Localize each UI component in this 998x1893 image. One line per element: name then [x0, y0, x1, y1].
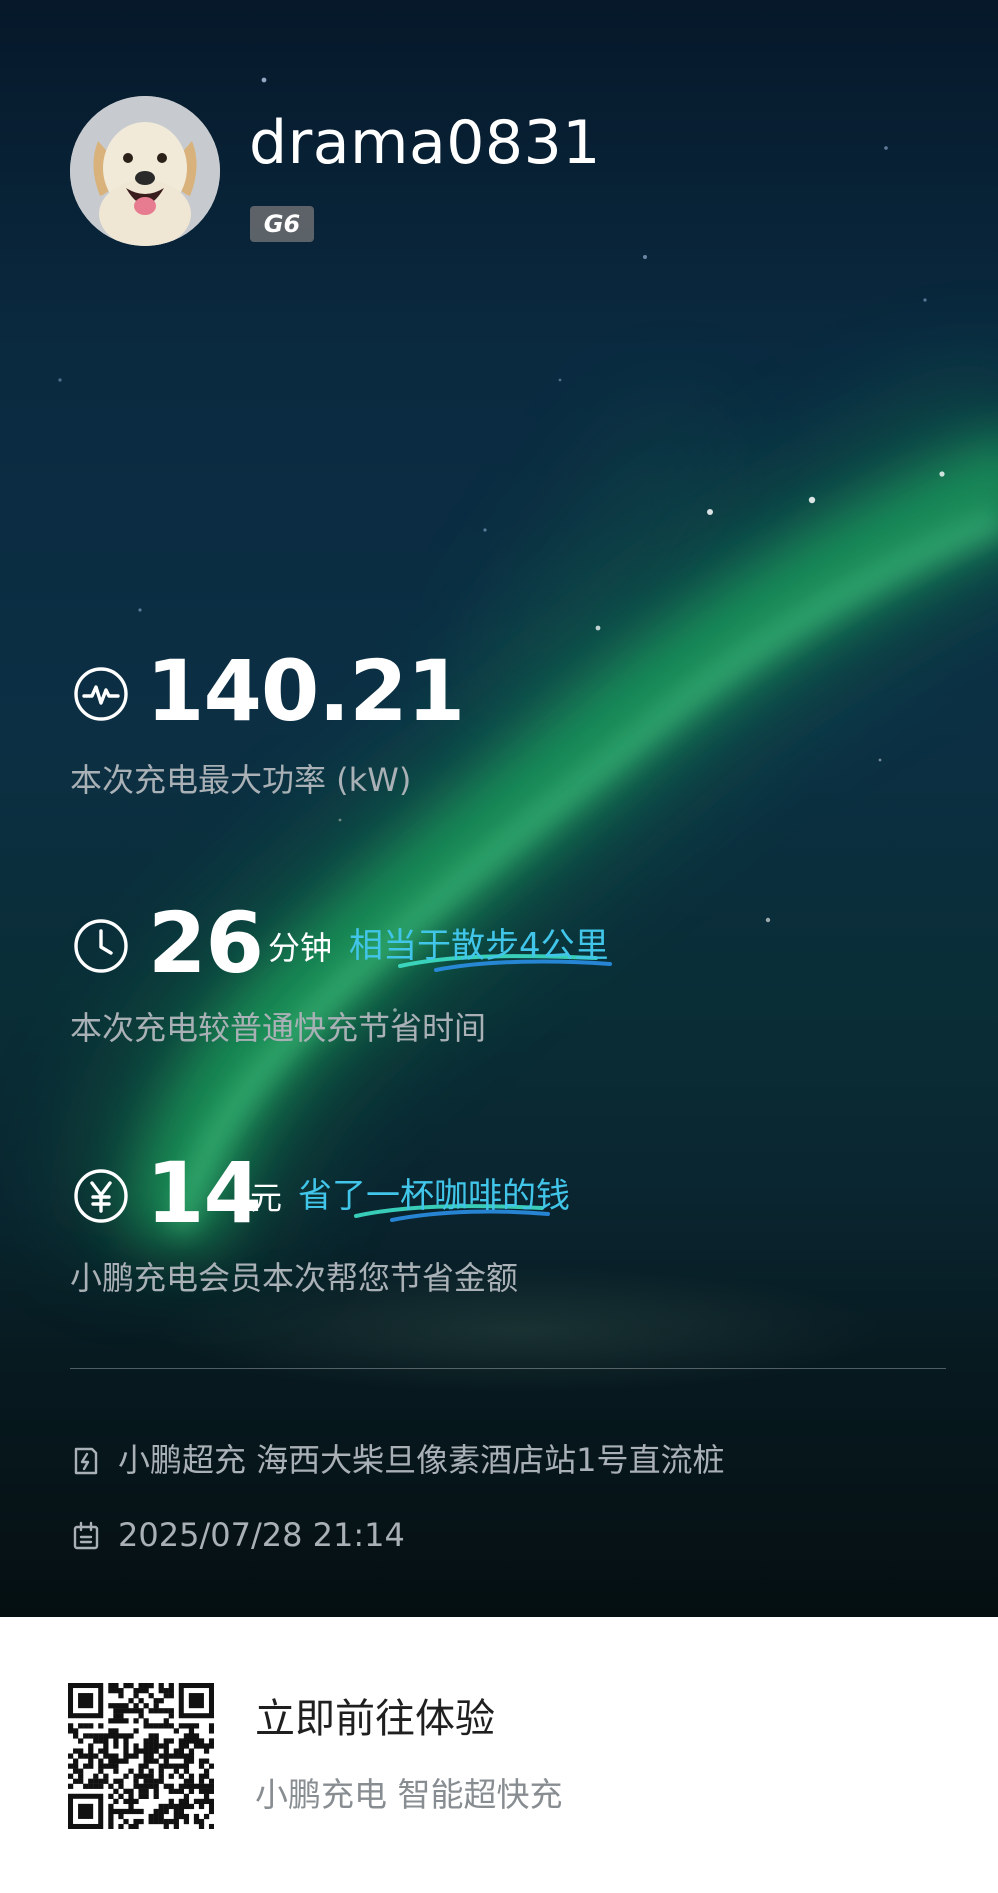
time-saved-description: 本次充电较普通快充节省时间 [70, 1009, 487, 1047]
station-name: 小鹏超充 海西大柴旦像素酒店站1号直流桩 [118, 1441, 725, 1479]
yuan-icon [74, 1169, 128, 1223]
time-saved-comparison: 相当于散步4公里 [349, 926, 609, 966]
money-saved-unit: 元 [250, 1179, 283, 1217]
calendar-icon [73, 1521, 99, 1550]
max-power-value: 140.21 [146, 642, 465, 740]
dog-avatar-image [70, 96, 220, 246]
time-saved-unit: 分钟 [268, 929, 333, 967]
clock-icon [74, 919, 128, 973]
charging-summary-card: drama0831 G6 140.21 本次充电最大功率 (kW) 26 分钟 … [0, 0, 998, 1617]
footer: 立即前往体验 小鹏充电 智能超快充 [0, 1617, 998, 1893]
cta-subtitle: 小鹏充电 智能超快充 [255, 1775, 563, 1814]
user-avatar[interactable] [70, 96, 220, 246]
money-saved-value: 14 [146, 1144, 262, 1242]
cta-title[interactable]: 立即前往体验 [255, 1695, 495, 1743]
qr-code[interactable] [68, 1683, 214, 1829]
money-saved-comparison: 省了一杯咖啡的钱 [298, 1176, 570, 1216]
divider [70, 1368, 946, 1369]
level-badge: G6 [250, 206, 314, 242]
activity-pulse-icon [74, 667, 128, 721]
charging-station-icon [74, 1447, 98, 1475]
username: drama0831 [249, 108, 601, 178]
time-saved-value: 26 [148, 894, 264, 992]
money-saved-description: 小鹏充电会员本次帮您节省金额 [70, 1259, 519, 1297]
max-power-description: 本次充电最大功率 (kW) [70, 761, 412, 799]
charge-datetime: 2025/07/28 21:14 [118, 1516, 405, 1554]
